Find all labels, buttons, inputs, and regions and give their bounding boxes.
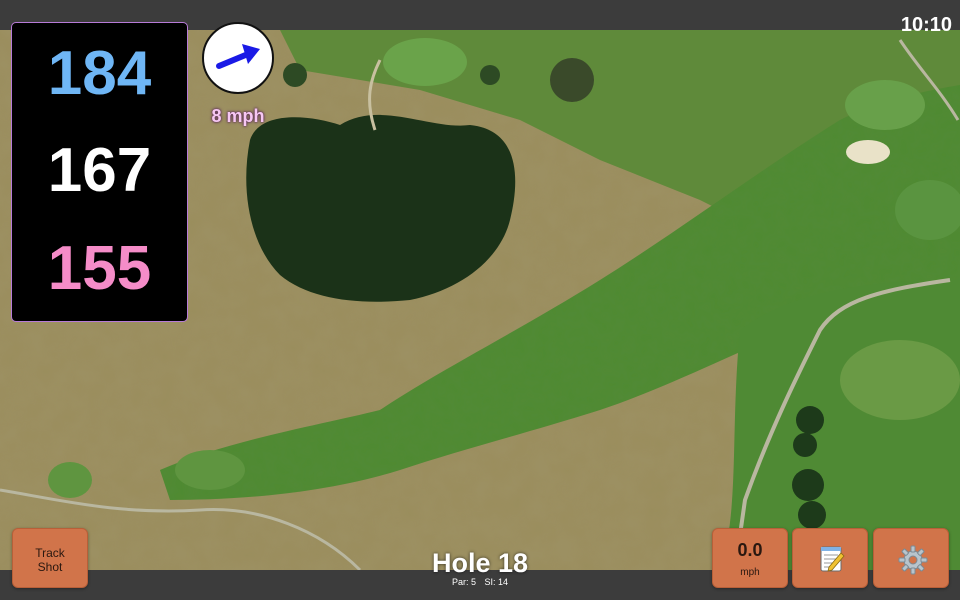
hole-info: Par: 5 SI: 14 <box>380 577 580 587</box>
distance-middle: 167 <box>47 136 152 205</box>
green-top-right <box>845 80 925 130</box>
green-area <box>720 280 960 570</box>
distance-panel: 184 167 155 <box>11 22 188 322</box>
hole-title: Hole 18 <box>431 548 529 578</box>
gear-icon <box>898 545 928 575</box>
distance-front: 155 <box>47 234 152 303</box>
speed-unit: mph <box>740 567 760 578</box>
track-shot-label: Track Shot <box>35 546 65 574</box>
distance-back: 184 <box>47 39 152 108</box>
sand-bunker <box>846 140 890 164</box>
clock: 10:10 <box>900 14 952 36</box>
wind-indicator <box>202 22 274 94</box>
settings-button[interactable] <box>873 528 949 588</box>
green-top <box>383 38 467 86</box>
notepad-icon <box>820 546 845 572</box>
hole-stroke-index: SI: 14 <box>484 577 509 587</box>
wind-speed: 8 mph <box>211 106 265 126</box>
speed-button[interactable]: 0.0 mph <box>712 528 788 588</box>
hole-par: Par: 5 <box>451 577 476 587</box>
putting-green <box>840 340 960 420</box>
speed-value: 0.0 <box>737 540 763 560</box>
wind-direction-arrow-icon <box>216 44 260 69</box>
golf-gps-screen: 10:10 184 167 155 8 mph Track Shot Hole … <box>0 0 960 600</box>
track-shot-button[interactable]: Track Shot <box>12 528 88 588</box>
notes-button[interactable] <box>792 528 868 588</box>
